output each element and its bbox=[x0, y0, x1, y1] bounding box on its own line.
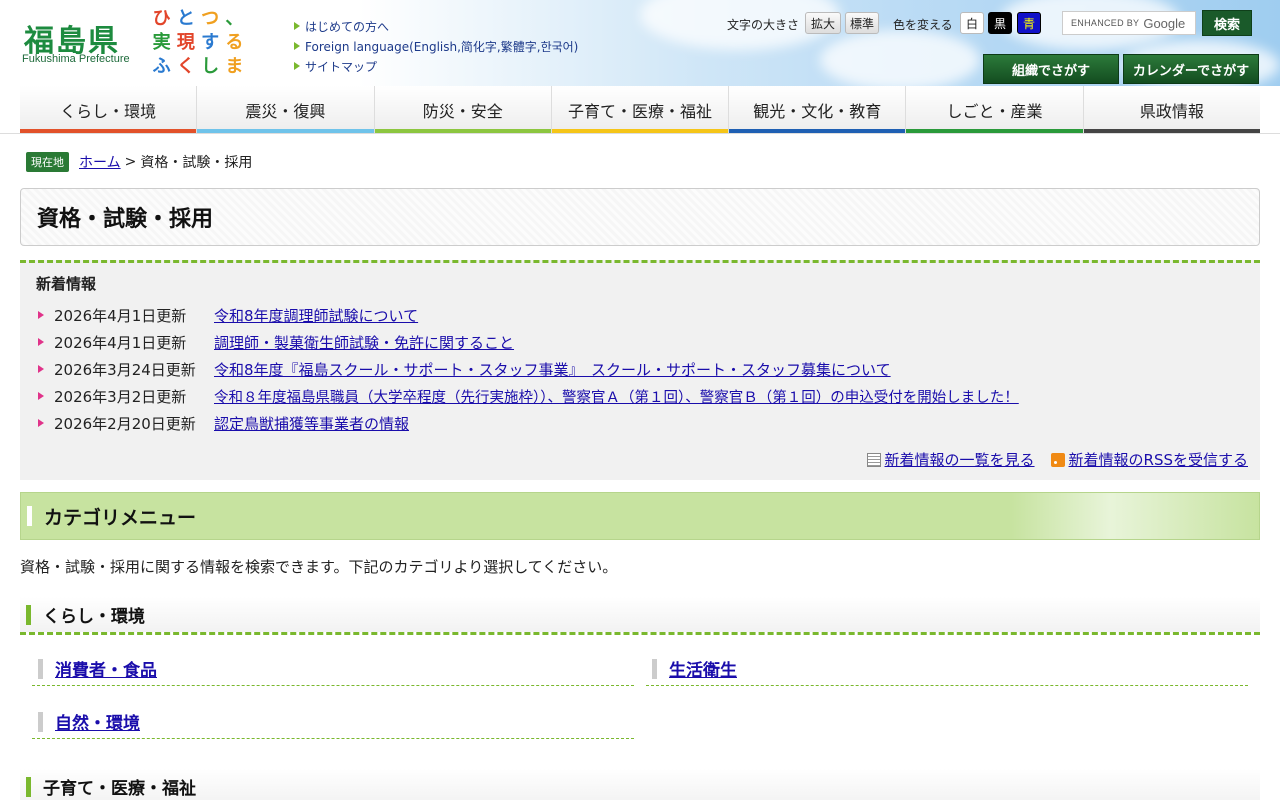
slogan-char: 現 bbox=[176, 31, 195, 53]
nav-life-environment[interactable]: くらし・環境 bbox=[20, 86, 198, 134]
link-foreign-language[interactable]: Foreign language(English,简化字,繁體字,한국어) bbox=[294, 36, 578, 56]
search-input[interactable]: ENHANCED BY Google bbox=[1062, 11, 1196, 35]
news-section: 新着情報 2026年4月1日更新 令和8年度調理師試験について 2026年4月1… bbox=[20, 260, 1260, 480]
arrow-icon bbox=[294, 22, 300, 30]
news-item: 2026年4月1日更新 令和8年度調理師試験について bbox=[38, 304, 418, 326]
news-item: 2026年4月1日更新 調理師・製菓衛生師試験・免許に関すること bbox=[38, 331, 514, 353]
site-logo-en: Fukushima Prefecture bbox=[22, 53, 130, 65]
slogan-char: る bbox=[225, 31, 244, 53]
slogan-char: つ bbox=[201, 8, 220, 30]
breadcrumb: 現在地 ホーム > 資格・試験・採用 bbox=[26, 152, 252, 172]
nav-safety[interactable]: 防災・安全 bbox=[374, 86, 552, 134]
slogan-char: 、 bbox=[225, 8, 244, 30]
link-first-time[interactable]: はじめての方へ bbox=[294, 16, 578, 36]
org-search-button[interactable]: 組織でさがす bbox=[983, 54, 1119, 84]
arrow-icon bbox=[294, 42, 300, 50]
bullet-icon bbox=[38, 311, 44, 319]
search-button[interactable]: 検索 bbox=[1202, 10, 1252, 36]
subcategory-consumer-food: 消費者・食品 bbox=[32, 652, 634, 686]
slogan-char: く bbox=[176, 55, 195, 77]
color-blue-button[interactable]: 青 bbox=[1017, 12, 1041, 34]
category-menu-title: カテゴリメニュー bbox=[44, 506, 197, 529]
slogan-char: ま bbox=[225, 55, 244, 77]
bullet-icon bbox=[38, 419, 44, 427]
current-location-badge: 現在地 bbox=[26, 152, 69, 172]
heading-bar bbox=[26, 604, 31, 625]
subcategory-link[interactable]: 消費者・食品 bbox=[55, 656, 157, 681]
calendar-search-button[interactable]: カレンダーでさがす bbox=[1123, 54, 1259, 84]
link-sitemap[interactable]: サイトマップ bbox=[294, 56, 578, 76]
text-size-label: 文字の大きさ bbox=[727, 18, 800, 32]
news-date: 2026年3月2日更新 bbox=[54, 387, 187, 406]
slogan-char: ふ bbox=[152, 55, 171, 77]
section-heading-life-environment: くらし・環境 bbox=[20, 597, 1260, 635]
breadcrumb-separator: > bbox=[124, 154, 137, 170]
news-footer: 新着情報の一覧を見る 新着情報のRSSを受信する bbox=[866, 449, 1248, 470]
slogan-char: す bbox=[201, 31, 220, 53]
news-link[interactable]: 令和8年度『福島スクール・サポート・スタッフ事業』 スクール・サポート・スタッフ… bbox=[214, 359, 891, 380]
category-description: 資格・試験・採用に関する情報を検索できます。下記のカテゴリより選択してください。 bbox=[20, 558, 618, 576]
bullet-icon bbox=[38, 338, 44, 346]
subcategory-bar bbox=[652, 658, 657, 679]
page-title: 資格・試験・採用 bbox=[37, 207, 214, 232]
search-enhanced-label: ENHANCED BY bbox=[1071, 18, 1140, 28]
page-title-box: 資格・試験・採用 bbox=[20, 188, 1260, 246]
news-link[interactable]: 令和８年度福島県職員（大学卒程度（先行実施枠））、警察官Ａ（第１回）、警察官Ｂ（… bbox=[214, 386, 1019, 407]
news-title: 新着情報 bbox=[36, 275, 97, 293]
subcategory-nature-environment: 自然・環境 bbox=[32, 705, 634, 739]
news-list-link[interactable]: 新着情報の一覧を見る bbox=[885, 449, 1035, 470]
heading-bar bbox=[27, 506, 32, 526]
subcategory-link[interactable]: 自然・環境 bbox=[55, 709, 140, 734]
news-rss-link[interactable]: 新着情報のRSSを受信する bbox=[1069, 449, 1248, 470]
nav-government[interactable]: 県政情報 bbox=[1083, 86, 1261, 134]
news-item: 2026年3月24日更新 令和8年度『福島スクール・サポート・スタッフ事業』 ス… bbox=[38, 358, 891, 380]
google-logo: Google bbox=[1143, 15, 1186, 31]
text-standard-button[interactable]: 標準 bbox=[845, 12, 879, 34]
section-title: 子育て・医療・福祉 bbox=[43, 779, 196, 799]
news-link[interactable]: 令和8年度調理師試験について bbox=[214, 305, 418, 326]
breadcrumb-current: 資格・試験・採用 bbox=[140, 155, 253, 171]
news-link[interactable]: 認定鳥獣捕獲等事業者の情報 bbox=[214, 413, 409, 434]
bullet-icon bbox=[38, 392, 44, 400]
color-change-label: 色を変える bbox=[893, 18, 953, 32]
slogan-char: し bbox=[201, 55, 220, 77]
slogan-char: と bbox=[176, 8, 195, 30]
news-date: 2026年2月20日更新 bbox=[54, 414, 196, 433]
section-heading-childcare-medical: 子育て・医療・福祉 bbox=[20, 769, 1260, 800]
news-link[interactable]: 調理師・製菓衛生師試験・免許に関すること bbox=[214, 332, 514, 353]
color-white-button[interactable]: 白 bbox=[960, 12, 984, 34]
nav-work-industry[interactable]: しごと・産業 bbox=[906, 86, 1084, 134]
arrow-icon bbox=[294, 62, 300, 70]
heading-bar bbox=[26, 776, 31, 797]
section-title: くらし・環境 bbox=[43, 607, 145, 627]
nav-divider bbox=[0, 133, 1280, 134]
subcategory-link[interactable]: 生活衛生 bbox=[669, 656, 737, 681]
slogan-char: 実 bbox=[152, 31, 171, 53]
subcategory-bar bbox=[38, 711, 43, 732]
site-header: 福島県 Fukushima Prefecture ひとつ、実現するふくしま はじ… bbox=[0, 0, 1280, 86]
nav-disaster-recovery[interactable]: 震災・復興 bbox=[197, 86, 375, 134]
news-date: 2026年3月24日更新 bbox=[54, 360, 196, 379]
news-date: 2026年4月1日更新 bbox=[54, 333, 187, 352]
subcategory-bar bbox=[38, 658, 43, 679]
list-icon bbox=[866, 452, 881, 467]
slogan-logo: ひとつ、実現するふくしま bbox=[150, 8, 246, 78]
top-links: はじめての方へ Foreign language(English,简化字,繁體字… bbox=[294, 16, 578, 76]
subcategory-living-hygiene: 生活衛生 bbox=[646, 652, 1248, 686]
slogan-char: ひ bbox=[152, 8, 171, 30]
text-enlarge-button[interactable]: 拡大 bbox=[805, 12, 841, 34]
global-nav: くらし・環境 震災・復興 防災・安全 子育て・医療・福祉 観光・文化・教育 しご… bbox=[20, 86, 1261, 134]
news-item: 2026年2月20日更新 認定鳥獣捕獲等事業者の情報 bbox=[38, 412, 409, 434]
color-black-button[interactable]: 黒 bbox=[988, 12, 1012, 34]
category-menu-header: カテゴリメニュー bbox=[20, 492, 1260, 540]
bullet-icon bbox=[38, 365, 44, 373]
nav-childcare-medical[interactable]: 子育て・医療・福祉 bbox=[551, 86, 730, 134]
news-item: 2026年3月2日更新 令和８年度福島県職員（大学卒程度（先行実施枠））、警察官… bbox=[38, 385, 1019, 407]
rss-icon bbox=[1050, 452, 1065, 467]
nav-tourism-culture[interactable]: 観光・文化・教育 bbox=[729, 86, 907, 134]
breadcrumb-home-link[interactable]: ホーム bbox=[79, 152, 121, 172]
news-date: 2026年4月1日更新 bbox=[54, 306, 187, 325]
